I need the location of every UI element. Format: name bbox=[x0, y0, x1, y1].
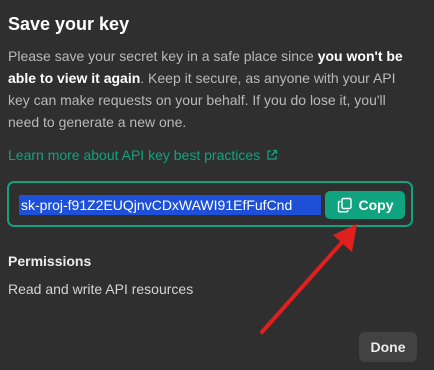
copy-icon bbox=[337, 197, 353, 213]
permissions-value: Read and write API resources bbox=[8, 281, 194, 297]
dialog-title: Save your key bbox=[8, 14, 130, 34]
done-button[interactable]: Done bbox=[359, 332, 417, 362]
permissions-heading: Permissions bbox=[8, 253, 92, 269]
learn-more-link[interactable]: Learn more about API key best practices bbox=[8, 147, 278, 163]
save-key-dialog: Save your key Please save your secret ke… bbox=[0, 0, 434, 370]
external-link-icon bbox=[266, 149, 278, 161]
copy-button[interactable]: Copy bbox=[325, 191, 405, 219]
description-text-1: Please save your secret key in a safe pl… bbox=[8, 48, 318, 64]
learn-more-label: Learn more about API key best practices bbox=[8, 147, 261, 163]
copy-label: Copy bbox=[358, 197, 394, 213]
secret-key-field: sk-proj-f91Z2EUQjnvCDxWAWI91EfFufCnd Cop… bbox=[7, 181, 413, 227]
secret-key-input[interactable]: sk-proj-f91Z2EUQjnvCDxWAWI91EfFufCnd bbox=[19, 195, 321, 215]
dialog-description: Please save your secret key in a safe pl… bbox=[8, 45, 418, 133]
